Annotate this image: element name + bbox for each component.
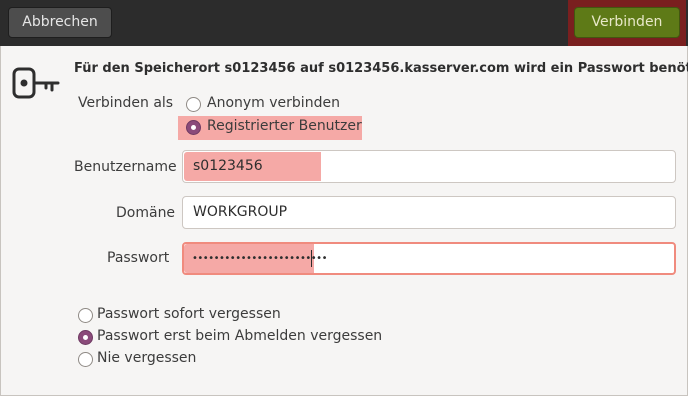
username-field[interactable]: s0123456 — [182, 150, 676, 183]
password-label: Passwort — [107, 250, 170, 266]
radio-registered-user-label[interactable]: Registrierter Benutzer — [207, 118, 362, 134]
radio-anonymous-label[interactable]: Anonym verbinden — [207, 95, 340, 111]
domain-label: Domäne — [116, 205, 176, 221]
radio-registered-user[interactable] — [186, 120, 201, 135]
radio-never-forget[interactable] — [78, 352, 93, 367]
radio-forget-immediately-label[interactable]: Passwort sofort vergessen — [97, 306, 281, 322]
username-value: s0123456 — [193, 158, 263, 174]
password-prompt: Für den Speicherort s0123456 auf s012345… — [74, 61, 688, 76]
text-caret — [311, 250, 312, 267]
radio-forget-immediately[interactable] — [78, 308, 93, 323]
password-value: ••••••••••••••••••••••••• — [192, 253, 327, 264]
domain-value: WORKGROUP — [193, 204, 288, 220]
connect-button[interactable]: Verbinden — [574, 7, 680, 38]
password-field[interactable]: ••••••••••••••••••••••••• — [182, 242, 676, 275]
domain-field[interactable]: WORKGROUP — [182, 196, 676, 229]
radio-anonymous[interactable] — [186, 97, 201, 112]
connect-as-label: Verbinden als — [78, 95, 174, 111]
cancel-button[interactable]: Abbrechen — [8, 7, 112, 38]
radio-forget-on-logout[interactable] — [78, 330, 93, 345]
key-icon — [12, 67, 60, 99]
radio-forget-on-logout-label[interactable]: Passwort erst beim Abmelden vergessen — [97, 328, 382, 344]
radio-never-forget-label[interactable]: Nie vergessen — [97, 350, 196, 366]
username-label: Benutzername — [74, 159, 177, 175]
